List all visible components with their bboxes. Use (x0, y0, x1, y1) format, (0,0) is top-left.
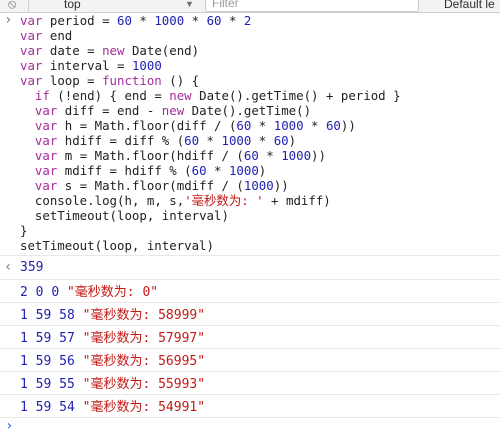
toolbar-divider (28, 0, 29, 12)
code-block: var period = 60 * 1000 * 60 * 2 var end va… (0, 13, 500, 253)
input-chevron-icon: › (4, 12, 13, 28)
log-entry: 1 59 57 "毫秒数为: 57997" (0, 326, 500, 349)
code-line: var m = Math.floor(hdiff / (60 * 1000)) (34, 148, 326, 163)
log-number: 59 (35, 354, 52, 369)
log-number: 1 (20, 331, 28, 346)
code-line: console.log(h, m, s,'毫秒数为: ' + mdiff) (34, 193, 331, 208)
log-message: 1 59 55 "毫秒数为: 55993" (20, 377, 205, 392)
log-number: 0 (35, 285, 44, 300)
log-string: "毫秒数为: 55993" (82, 377, 206, 392)
log-number: 56 (59, 354, 75, 369)
console-output: › var period = 60 * 1000 * 60 * 2 var end… (0, 13, 500, 434)
code-line: setTimeout(loop, interval) (34, 208, 229, 223)
return-value-entry: ‹ 359 (0, 256, 500, 280)
prompt-chevron-icon: › (5, 418, 14, 434)
log-number: 0 (51, 285, 60, 300)
code-line: var date = new Date(end) (20, 43, 200, 58)
log-number: 1 (20, 354, 28, 369)
log-string: "毫秒数为: 57997" (82, 331, 206, 346)
log-number: 55 (59, 377, 75, 392)
log-number: 2 (20, 285, 28, 300)
log-number: 1 (20, 400, 28, 415)
log-entry: 2 0 0 "毫秒数为: 0" (0, 280, 500, 303)
log-entry: 1 59 55 "毫秒数为: 55993" (0, 372, 500, 395)
console-toolbar: ⦸ top ▼ Filter Default le (0, 0, 500, 13)
log-number: 1 (20, 308, 28, 323)
log-entry: 1 59 56 "毫秒数为: 56995" (0, 349, 500, 372)
code-line: var period = 60 * 1000 * 60 * 2 (20, 13, 252, 28)
log-number: 59 (35, 400, 52, 415)
dropdown-arrow-icon[interactable]: ▼ (185, 0, 194, 12)
log-number: 59 (35, 331, 52, 346)
log-message: 2 0 0 "毫秒数为: 0" (20, 285, 158, 300)
log-levels-dropdown[interactable]: Default le (444, 0, 495, 12)
log-entry: 1 59 54 "毫秒数为: 54991" (0, 395, 500, 418)
log-number: 58 (59, 308, 75, 323)
log-message: 1 59 54 "毫秒数为: 54991" (20, 400, 205, 415)
console-prompt[interactable]: › (0, 418, 500, 436)
code-line: var mdiff = hdiff % (60 * 1000) (34, 163, 267, 178)
log-message: 1 59 56 "毫秒数为: 56995" (20, 354, 205, 369)
log-number: 57 (59, 331, 75, 346)
clear-console-icon[interactable]: ⦸ (8, 0, 16, 12)
code-line: setTimeout(loop, interval) (20, 238, 214, 253)
filter-placeholder: Filter (212, 0, 239, 10)
log-number: 59 (35, 308, 52, 323)
code-line: var loop = function () { (20, 73, 200, 88)
code-line: if (!end) { end = new Date().getTime() +… (34, 88, 401, 103)
context-selector[interactable]: top (64, 0, 81, 12)
console-input-entry: › var period = 60 * 1000 * 60 * 2 var end… (0, 13, 500, 256)
code-line: var h = Math.floor(diff / (60 * 1000 * 6… (34, 118, 356, 133)
code-line: var hdiff = diff % (60 * 1000 * 60) (34, 133, 297, 148)
log-string: "毫秒数为: 0" (66, 285, 159, 300)
log-string: "毫秒数为: 56995" (82, 354, 206, 369)
log-string: "毫秒数为: 58999" (82, 308, 206, 323)
code-line: var s = Math.floor(mdiff / (1000)) (34, 178, 289, 193)
log-message: 1 59 58 "毫秒数为: 58999" (20, 308, 205, 323)
code-line: var diff = end - new Date().getTime() (34, 103, 312, 118)
log-entry: 1 59 58 "毫秒数为: 58999" (0, 303, 500, 326)
log-number: 59 (35, 377, 52, 392)
log-number: 1 (20, 377, 28, 392)
log-message: 1 59 57 "毫秒数为: 57997" (20, 331, 205, 346)
log-string: "毫秒数为: 54991" (82, 400, 206, 415)
code-line: var end (20, 28, 73, 43)
code-line: var interval = 1000 (20, 58, 162, 73)
code-line: } (20, 223, 28, 238)
return-arrow-icon: ‹ (4, 259, 13, 275)
return-value: 359 (20, 260, 44, 275)
filter-input[interactable]: Filter (205, 0, 419, 12)
log-number: 54 (59, 400, 75, 415)
